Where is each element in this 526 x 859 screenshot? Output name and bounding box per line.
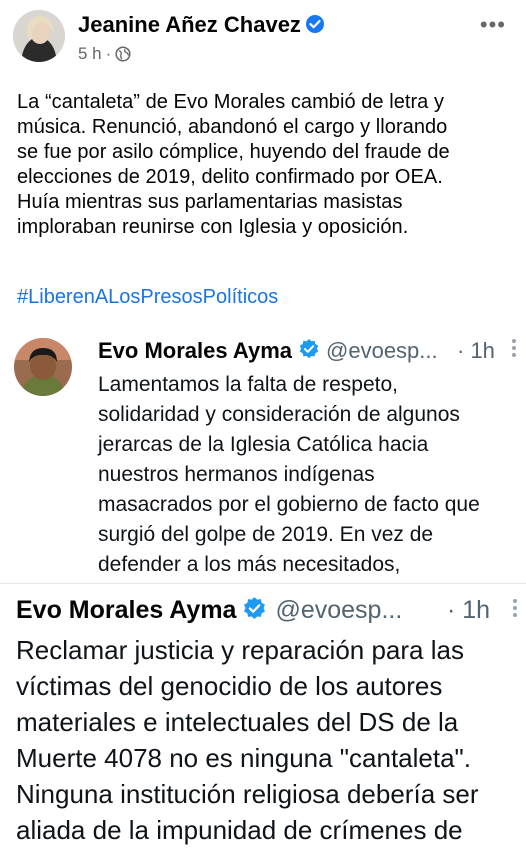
tweet-header: Evo Morales Ayma @evoesp... xyxy=(98,338,438,366)
author-name[interactable]: Jeanine Añez Chavez xyxy=(78,12,301,37)
tweet-time: · 1h xyxy=(447,596,491,624)
post-header: Jeanine Añez Chavez 5 h · ••• xyxy=(0,0,526,80)
tweet-handle[interactable]: @evoesp... xyxy=(326,338,438,363)
post-text-line: se fue por asilo cómplice, huyendo del f… xyxy=(17,141,450,163)
divider xyxy=(0,583,526,584)
post-body: La “cantaleta” de Evo Morales cambió de … xyxy=(17,90,517,240)
post-text-line: elecciones de 2019, delito confirmado po… xyxy=(17,166,443,188)
tweet-text: Reclamar justicia y reparación para las … xyxy=(16,632,479,848)
tweet-text-line: jerarcas de la Iglesia Católica hacia xyxy=(98,433,429,456)
more-options-icon[interactable] xyxy=(512,598,518,618)
verified-badge-icon xyxy=(242,596,267,628)
tweet-text-line: víctimas del genocidio de los autores xyxy=(16,671,443,701)
author-avatar[interactable] xyxy=(13,10,65,62)
tweet-author-name[interactable]: Evo Morales Ayma xyxy=(16,596,236,624)
post-text-line: La “cantaleta” de Evo Morales cambió de … xyxy=(17,91,445,113)
post-text-line: música. Renunció, abandonó el cargo y ll… xyxy=(17,116,448,138)
globe-icon xyxy=(115,46,131,67)
tweet-text-line: Reclamar justicia y reparación para las xyxy=(16,635,464,665)
more-options-icon[interactable]: ••• xyxy=(480,12,506,38)
tweet-text-line: masacrados por el gobierno de facto que xyxy=(98,493,480,516)
tweet-text-line: nuestros hermanos indígenas xyxy=(98,463,375,486)
tweet-text-line: defender a los más necesitados, xyxy=(98,553,401,576)
tweet-text-line: Lamentamos la falta de respeto, xyxy=(98,373,399,396)
embedded-tweet-2: Evo Morales Ayma @evoesp... · 1h Reclamar… xyxy=(0,590,526,859)
tweet-text-line: surgió del golpe de 2019. En vez de xyxy=(98,523,434,546)
tweet-text-line: materiales e intelectuales del DS de la xyxy=(16,707,459,737)
meta-separator: · xyxy=(105,44,112,63)
tweet-time: · 1h xyxy=(457,338,495,363)
tweet-header: Evo Morales Ayma @evoesp... xyxy=(16,596,402,628)
post-meta: 5 h · xyxy=(78,44,131,67)
verified-badge-icon xyxy=(305,14,325,40)
more-options-icon[interactable] xyxy=(511,338,517,358)
post-timestamp[interactable]: 5 h xyxy=(78,44,102,63)
post-text-line: Huía mientras sus parlamentarias masista… xyxy=(17,191,403,213)
embedded-tweet-1: Evo Morales Ayma @evoesp... · 1h Lamentam… xyxy=(0,330,526,590)
tweet-text-line: Muerte 4078 no es ninguna "cantaleta". xyxy=(16,743,471,773)
author-name-row: Jeanine Añez Chavez xyxy=(78,12,325,40)
hashtag-link[interactable]: #LiberenALosPresosPolíticos xyxy=(17,286,278,309)
tweet-handle[interactable]: @evoesp... xyxy=(275,596,402,624)
tweet-text: Lamentamos la falta de respeto, solidari… xyxy=(98,370,480,580)
tweet-author-name[interactable]: Evo Morales Ayma xyxy=(98,338,292,363)
tweet-author-avatar[interactable] xyxy=(14,338,72,396)
tweet-text-line: aliada de la impunidad de crímenes de xyxy=(16,815,463,845)
post-text-line: imploraban reunirse con Iglesia y oposic… xyxy=(17,216,409,238)
verified-badge-icon xyxy=(298,338,320,366)
tweet-text-line: Ninguna institución religiosa debería se… xyxy=(16,779,479,809)
tweet-text-line: solidaridad y consideración de algunos xyxy=(98,403,460,426)
